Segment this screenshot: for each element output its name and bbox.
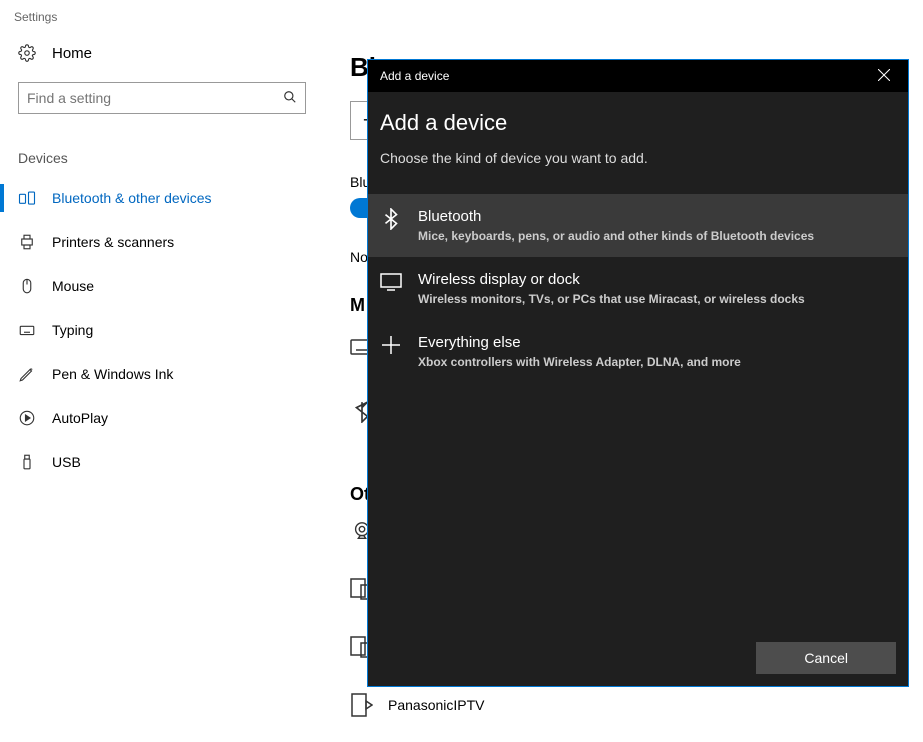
nav-item-mouse[interactable]: Mouse [0, 264, 330, 308]
dialog-subtitle: Choose the kind of device you want to ad… [380, 150, 896, 184]
nav-item-autoplay[interactable]: AutoPlay [0, 396, 330, 440]
nav-item-bluetooth[interactable]: Bluetooth & other devices [0, 176, 330, 220]
home-label: Home [52, 45, 92, 62]
app-title: Settings [0, 0, 330, 30]
search-input[interactable] [18, 82, 306, 114]
add-device-dialog: Add a device Add a device Choose the kin… [368, 60, 908, 686]
home-item[interactable]: Home [0, 30, 330, 82]
nav-label: USB [52, 454, 81, 470]
nav-label: Printers & scanners [52, 234, 174, 250]
printer-icon [18, 233, 36, 251]
usb-icon [18, 453, 36, 471]
plus-icon [380, 334, 402, 356]
device-name: PanasonicIPTV [388, 697, 485, 713]
media-device-icon [350, 693, 374, 717]
cancel-button[interactable]: Cancel [756, 642, 896, 674]
mouse-icon [18, 277, 36, 295]
search-icon [283, 90, 297, 107]
close-button[interactable] [872, 68, 896, 84]
choice-title: Everything else [418, 334, 741, 355]
choice-wireless-display[interactable]: Wireless display or dock Wireless monito… [368, 257, 908, 320]
choice-desc: Wireless monitors, TVs, or PCs that use … [418, 292, 805, 306]
choice-title: Bluetooth [418, 208, 814, 229]
nav-label: AutoPlay [52, 410, 108, 426]
nav-label: Mouse [52, 278, 94, 294]
pen-icon [18, 365, 36, 383]
nav-label: Pen & Windows Ink [52, 366, 173, 382]
nav-label: Typing [52, 322, 93, 338]
nav-item-pen[interactable]: Pen & Windows Ink [0, 352, 330, 396]
keyboard-icon [18, 321, 36, 339]
dialog-title: Add a device [380, 69, 449, 83]
section-label: Devices [0, 150, 330, 176]
dialog-heading: Add a device [380, 110, 896, 150]
nav-label: Bluetooth & other devices [52, 190, 212, 206]
nav-item-usb[interactable]: USB [0, 440, 330, 484]
nav-item-printers[interactable]: Printers & scanners [0, 220, 330, 264]
choice-title: Wireless display or dock [418, 271, 805, 292]
search-field[interactable] [27, 90, 283, 106]
nav-item-typing[interactable]: Typing [0, 308, 330, 352]
choice-bluetooth[interactable]: Bluetooth Mice, keyboards, pens, or audi… [368, 194, 908, 257]
choice-desc: Xbox controllers with Wireless Adapter, … [418, 355, 741, 369]
choice-desc: Mice, keyboards, pens, or audio and othe… [418, 229, 814, 243]
autoplay-icon [18, 409, 36, 427]
gear-icon [18, 44, 36, 62]
monitor-icon [380, 271, 402, 293]
choice-everything-else[interactable]: Everything else Xbox controllers with Wi… [368, 320, 908, 383]
bluetooth-icon [380, 208, 402, 230]
bluetooth-devices-icon [18, 189, 36, 207]
